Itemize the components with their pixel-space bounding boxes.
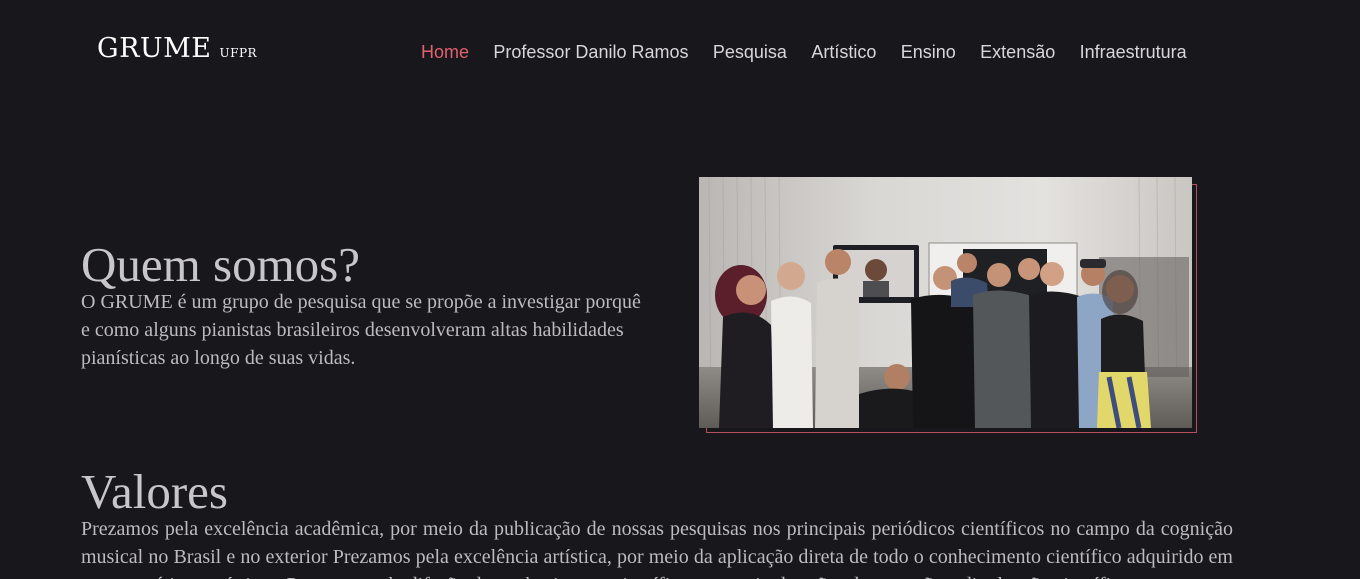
intro-paragraph: O GRUME é um grupo de pesquisa que se pr… [81,291,641,369]
nav-item-home[interactable]: Home [421,40,469,64]
logo-title: GRUME [97,33,212,64]
group-photo [699,177,1192,428]
logo-subtitle: UFPR [219,46,258,60]
page: GRUME UFPR Home Professor Danilo Ramos P… [0,0,1360,579]
nav-item-artistico[interactable]: Artístico [811,40,876,64]
nav-item-infraestrutura[interactable]: Infraestrutura [1080,40,1187,64]
main-nav: Home Professor Danilo Ramos Pesquisa Art… [421,40,1187,64]
nav-item-extensao[interactable]: Extensão [980,40,1055,64]
values-paragraph: Prezamos pela excelência acadêmica, por … [81,518,1233,579]
intro-heading: Quem somos? [81,237,360,292]
values-heading: Valores [81,464,228,519]
site-logo[interactable]: GRUME UFPR [97,33,257,64]
nav-item-professor-danilo-ramos[interactable]: Professor Danilo Ramos [493,40,688,64]
nav-item-ensino[interactable]: Ensino [901,40,956,64]
nav-item-pesquisa[interactable]: Pesquisa [713,40,787,64]
